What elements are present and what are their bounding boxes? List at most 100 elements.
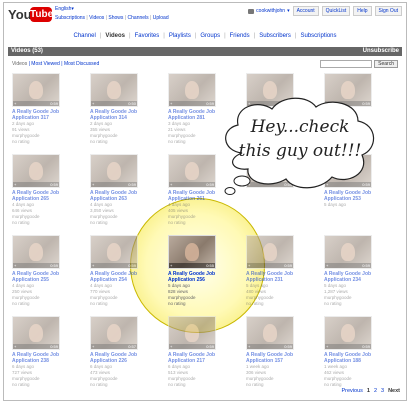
- nav-channel[interactable]: Channel: [74, 33, 96, 39]
- add-to-quicklist-icon[interactable]: +: [92, 101, 94, 106]
- search-button[interactable]: Search: [374, 60, 398, 68]
- video-duration: 0:59: [50, 101, 58, 106]
- youtube-logo[interactable]: You Tube: [8, 6, 53, 23]
- subnav-subscriptions[interactable]: Subscriptions: [55, 15, 85, 21]
- video-thumbnail[interactable]: +0:59: [90, 235, 138, 269]
- video-item[interactable]: +0:59 A Really Goode Job Application 234 5…: [324, 235, 402, 316]
- sign-out-button[interactable]: Sign Out: [374, 6, 402, 16]
- thumbnail-image: [185, 81, 199, 99]
- account-button[interactable]: Account: [292, 6, 319, 16]
- add-to-quicklist-icon[interactable]: +: [170, 182, 172, 187]
- video-thumbnail[interactable]: +0:59: [324, 235, 372, 269]
- user-menu[interactable]: cookwithjohn ▾: [248, 8, 290, 14]
- add-to-quicklist-icon[interactable]: +: [14, 344, 16, 349]
- filter-separator: |: [28, 61, 30, 67]
- video-title[interactable]: A Really Goode Job Application 256: [168, 271, 228, 283]
- video-item[interactable]: +0:59 A Really Goode Job Application 263 4…: [90, 154, 168, 235]
- video-thumbnail[interactable]: +0:59: [168, 316, 216, 350]
- video-title[interactable]: A Really Goode Job Application 217: [168, 352, 228, 364]
- subnav-upload[interactable]: Upload: [153, 15, 169, 21]
- video-thumbnail[interactable]: +0:59: [12, 316, 60, 350]
- video-item[interactable]: +0:59 A Really Goode Job Application 217 6…: [168, 316, 246, 397]
- nav-separator: |: [253, 33, 256, 39]
- video-thumbnail[interactable]: +0:59: [12, 73, 60, 107]
- video-thumbnail[interactable]: +0:59: [168, 73, 216, 107]
- video-thumbnail[interactable]: +0:59: [246, 316, 294, 350]
- video-item[interactable]: +0:55 A Really Goode Job Application 256 5…: [168, 235, 246, 316]
- video-title[interactable]: A Really Goode Job Application 157: [246, 352, 306, 364]
- nav-friends[interactable]: Friends: [230, 33, 250, 39]
- video-item[interactable]: +0:59 A Really Goode Job Application 238 6…: [12, 316, 90, 397]
- add-to-quicklist-icon[interactable]: +: [170, 263, 172, 268]
- video-title[interactable]: A Really Goode Job Application 254: [90, 271, 150, 283]
- video-title[interactable]: A Really Goode Job Application 238: [12, 352, 72, 364]
- video-thumbnail[interactable]: +0:59: [324, 316, 372, 350]
- video-rating: no rating: [90, 139, 108, 144]
- video-item[interactable]: +0:59 A Really Goode Job Application 254 4…: [90, 235, 168, 316]
- filter-most-viewed[interactable]: Most Viewed: [31, 61, 60, 67]
- add-to-quicklist-icon[interactable]: +: [170, 344, 172, 349]
- video-thumbnail[interactable]: +0:59: [168, 154, 216, 188]
- video-thumbnail[interactable]: +0:50: [90, 73, 138, 107]
- nav-videos[interactable]: Videos: [105, 33, 125, 39]
- nav-groups[interactable]: Groups: [200, 33, 220, 39]
- user-bar: cookwithjohn ▾ Account QuickList Help Si…: [248, 6, 402, 16]
- video-item[interactable]: +0:59 A Really Goode Job Application 265 4…: [12, 154, 90, 235]
- video-title[interactable]: A Really Goode Job Application 226: [90, 352, 150, 364]
- add-to-quicklist-icon[interactable]: +: [92, 344, 94, 349]
- video-title[interactable]: A Really Goode Job Application 231: [246, 271, 306, 283]
- add-to-quicklist-icon[interactable]: +: [14, 101, 16, 106]
- video-title[interactable]: A Really Goode Job Application 234: [324, 271, 384, 283]
- thumbnail-image: [107, 243, 121, 261]
- filter-most-discussed[interactable]: Most Discussed: [64, 61, 99, 67]
- video-title[interactable]: A Really Goode Job Application 317: [12, 109, 72, 121]
- pager-page-3[interactable]: 3: [381, 388, 384, 394]
- nav-favorites[interactable]: Favorites: [135, 33, 160, 39]
- video-item[interactable]: +0:59 A Really Goode Job Application 255 4…: [12, 235, 90, 316]
- add-to-quicklist-icon[interactable]: +: [92, 182, 94, 187]
- video-title[interactable]: A Really Goode Job Application 263: [90, 190, 150, 202]
- video-title[interactable]: A Really Goode Job Application 265: [12, 190, 72, 202]
- video-item[interactable]: +0:59 A Really Goode Job Application 231 5…: [246, 235, 324, 316]
- video-title[interactable]: A Really Goode Job Application 188: [324, 352, 384, 364]
- search-input[interactable]: [320, 60, 373, 68]
- video-item[interactable]: +0:59 A Really Goode Job Application 317 2…: [12, 73, 90, 154]
- help-button[interactable]: Help: [353, 6, 372, 16]
- pager-page-1[interactable]: 1: [367, 388, 370, 394]
- video-title[interactable]: A Really Goode Job Application 314: [90, 109, 150, 121]
- add-to-quicklist-icon[interactable]: +: [326, 263, 328, 268]
- video-item[interactable]: +0:50 A Really Goode Job Application 314 2…: [90, 73, 168, 154]
- video-item[interactable]: +0:59 A Really Goode Job Application 157 1…: [246, 316, 324, 397]
- add-to-quicklist-icon[interactable]: +: [170, 101, 172, 106]
- video-title[interactable]: A Really Goode Job Application 255: [12, 271, 72, 283]
- unsubscribe-button[interactable]: Unsubscribe: [363, 48, 399, 55]
- language-selector[interactable]: English▾: [55, 6, 74, 12]
- subnav-shows[interactable]: Shows: [108, 15, 123, 21]
- video-thumbnail[interactable]: +0:59: [12, 154, 60, 188]
- nav-subscribers[interactable]: Subscribers: [259, 33, 291, 39]
- subnav-videos[interactable]: Videos: [89, 15, 104, 21]
- add-to-quicklist-icon[interactable]: +: [92, 263, 94, 268]
- username: cookwithjohn: [256, 8, 286, 14]
- video-thumbnail[interactable]: +0:57: [90, 316, 138, 350]
- video-item[interactable]: +0:57 A Really Goode Job Application 226 6…: [90, 316, 168, 397]
- add-to-quicklist-icon[interactable]: +: [248, 263, 250, 268]
- add-to-quicklist-icon[interactable]: +: [14, 263, 16, 268]
- filter-videos[interactable]: Videos: [12, 61, 27, 67]
- video-item[interactable]: +0:59 A Really Goode Job Application 188 1…: [324, 316, 402, 397]
- nav-subscriptions[interactable]: Subscriptions: [300, 33, 336, 39]
- add-to-quicklist-icon[interactable]: +: [14, 182, 16, 187]
- quicklist-button[interactable]: QuickList: [321, 6, 351, 16]
- add-to-quicklist-icon[interactable]: +: [326, 344, 328, 349]
- subnav-channels[interactable]: Channels: [128, 15, 149, 21]
- video-thumbnail[interactable]: +0:59: [12, 235, 60, 269]
- video-thumbnail[interactable]: +0:55: [168, 235, 216, 269]
- video-thumbnail[interactable]: +0:59: [90, 154, 138, 188]
- pager-previous[interactable]: Previous: [341, 388, 362, 394]
- pager-page-2[interactable]: 2: [374, 388, 377, 394]
- video-rating: no rating: [90, 220, 108, 225]
- nav-playlists[interactable]: Playlists: [169, 33, 191, 39]
- add-to-quicklist-icon[interactable]: +: [248, 344, 250, 349]
- video-thumbnail[interactable]: +0:59: [246, 235, 294, 269]
- pager-next[interactable]: Next: [388, 388, 400, 394]
